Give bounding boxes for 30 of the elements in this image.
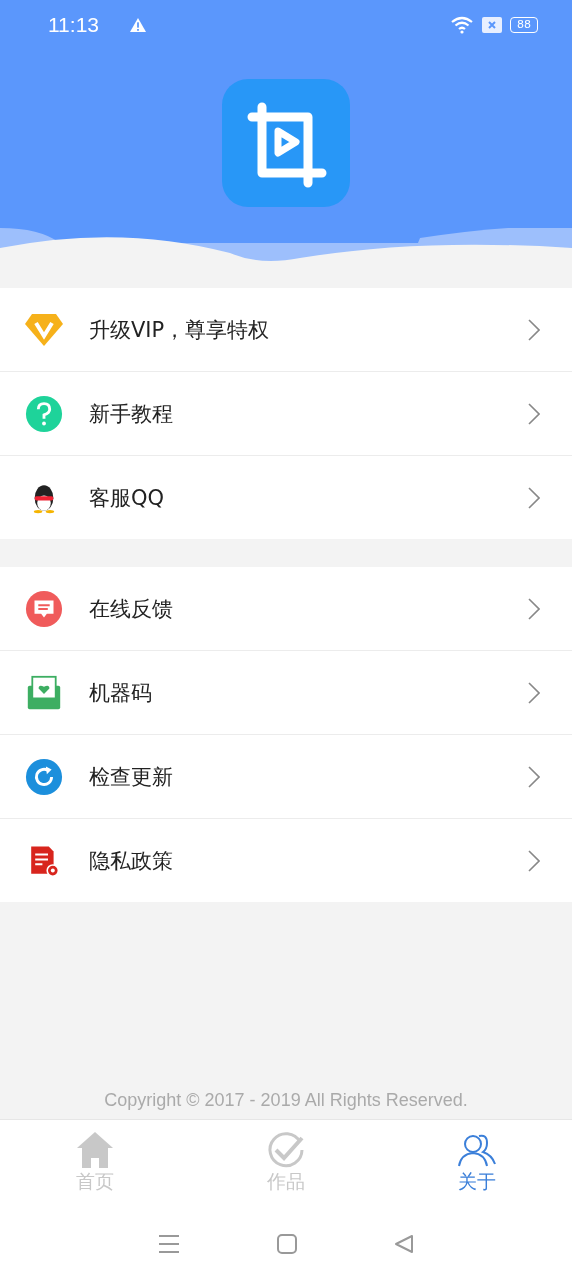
status-time: 11:13 — [48, 13, 99, 37]
chat-bubble-icon — [24, 589, 64, 628]
menu-item[interactable]: 机器码 — [0, 651, 572, 735]
menu-item[interactable]: 检查更新 — [0, 735, 572, 819]
copyright-text: Copyright © 2017 - 2019 All Rights Reserved. — [103, 1090, 469, 1112]
question-icon — [24, 394, 64, 433]
app-logo-icon — [222, 79, 350, 207]
warning-icon — [129, 17, 147, 33]
menu-item[interactable]: 客服QQ — [0, 456, 572, 539]
diamond-icon — [24, 311, 64, 348]
chevron-icon — [528, 486, 540, 509]
menu-icon[interactable] — [158, 1234, 181, 1254]
chevron-icon — [528, 402, 540, 425]
menu-item[interactable]: 升级VIP，尊享特权 — [0, 288, 572, 372]
chevron-icon — [528, 765, 540, 788]
back-icon[interactable] — [393, 1234, 414, 1254]
check-circle-icon — [266, 1130, 306, 1170]
tab[interactable]: 关于 — [381, 1120, 572, 1208]
wifi-icon — [450, 16, 474, 34]
chevron-icon — [528, 597, 540, 620]
no-sim-icon — [482, 17, 502, 33]
chevron-icon — [528, 681, 540, 704]
menu-item[interactable]: 在线反馈 — [0, 567, 572, 651]
menu-item[interactable]: 隐私政策 — [0, 819, 572, 902]
home-square-icon[interactable] — [277, 1234, 297, 1254]
chevron-icon — [528, 318, 540, 341]
chevron-icon — [528, 849, 540, 872]
battery-indicator: 88 — [510, 17, 538, 33]
refresh-icon — [24, 757, 64, 796]
menu-item[interactable]: 新手教程 — [0, 372, 572, 456]
